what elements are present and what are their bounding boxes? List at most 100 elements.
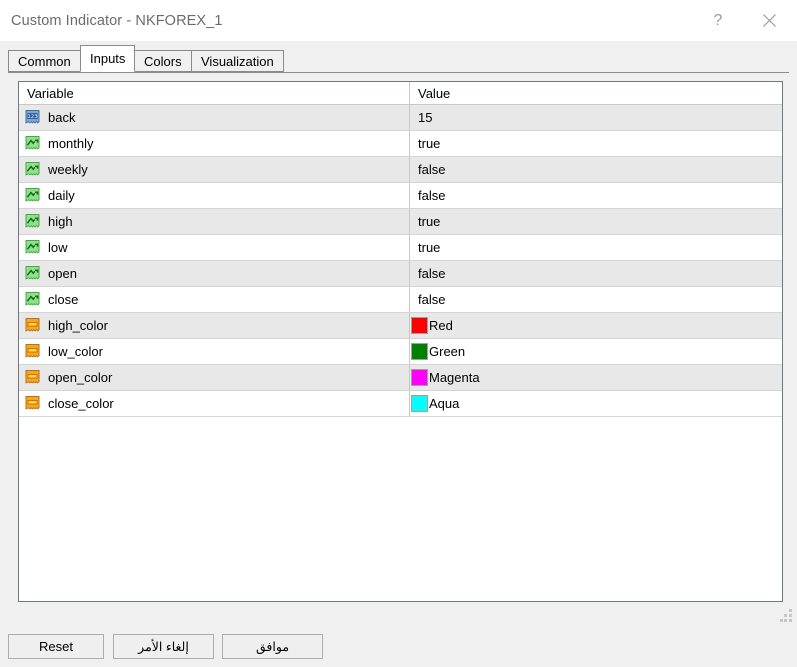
variable-name: high_color <box>48 318 108 333</box>
variable-cell-content: monthly <box>19 131 409 156</box>
value-text: false <box>418 188 445 203</box>
cell-variable[interactable]: open <box>19 261 410 287</box>
variable-cell-content: weekly <box>19 157 409 182</box>
table-row[interactable]: high_color Red <box>19 313 782 339</box>
variable-name: low <box>48 240 68 255</box>
cell-variable[interactable]: low <box>19 235 410 261</box>
tab-strip: CommonInputsColorsVisualization <box>8 46 789 73</box>
number-input-icon: 123 <box>24 109 41 126</box>
cell-variable[interactable]: high <box>19 209 410 235</box>
dialog-body: CommonInputsColorsVisualization Variable… <box>0 41 797 626</box>
cell-value[interactable]: false <box>410 261 783 287</box>
value-text: true <box>418 136 440 151</box>
variable-cell-content: high <box>19 209 409 234</box>
variable-cell-content: 123 back <box>19 105 409 130</box>
cell-value[interactable]: Magenta <box>410 365 783 391</box>
table-row[interactable]: openfalse <box>19 261 782 287</box>
table-row[interactable]: weekly false <box>19 157 782 183</box>
cell-variable[interactable]: high_color <box>19 313 410 339</box>
cell-value[interactable]: false <box>410 157 783 183</box>
cell-variable[interactable]: weekly <box>19 157 410 183</box>
variable-cell-content: low_color <box>19 339 409 364</box>
color-swatch[interactable] <box>411 343 428 360</box>
grip-dot <box>784 614 787 617</box>
variable-name: daily <box>48 188 75 203</box>
cell-value[interactable]: true <box>410 235 783 261</box>
reset-button[interactable]: Reset <box>8 634 104 659</box>
close-button[interactable] <box>741 0 797 41</box>
value-cell-content: true <box>410 209 782 234</box>
window-title: Custom Indicator - NKFOREX_1 <box>11 13 223 29</box>
column-header-variable[interactable]: Variable <box>19 82 410 105</box>
color-swatch-icon <box>24 395 41 412</box>
variable-name: close <box>48 292 78 307</box>
color-swatch[interactable] <box>411 395 428 412</box>
cell-value[interactable]: Green <box>410 339 783 365</box>
resize-grip-icon[interactable] <box>780 609 793 622</box>
cell-variable[interactable]: monthly <box>19 131 410 157</box>
table-row[interactable]: open_color Magenta <box>19 365 782 391</box>
question-mark-icon: ? <box>714 13 723 29</box>
value-cell-content: false <box>410 261 782 286</box>
variable-cell-content: open_color <box>19 365 409 390</box>
color-swatch[interactable] <box>411 369 428 386</box>
table-row[interactable]: high true <box>19 209 782 235</box>
variable-name: back <box>48 110 75 125</box>
variable-cell-content: low <box>19 235 409 260</box>
cell-variable[interactable]: open_color <box>19 365 410 391</box>
variable-name: open_color <box>48 370 112 385</box>
tab-colors[interactable]: Colors <box>134 50 192 72</box>
tab-common[interactable]: Common <box>8 50 81 72</box>
variable-name: low_color <box>48 344 103 359</box>
value-cell-content: true <box>410 131 782 156</box>
value-cell-content: false <box>410 287 782 312</box>
table-row[interactable]: 123 back 15 <box>19 105 782 131</box>
tab-visualization[interactable]: Visualization <box>191 50 284 72</box>
cancel-button[interactable]: إلغاء الأمر <box>113 634 214 659</box>
cell-variable[interactable]: close_color <box>19 391 410 417</box>
cell-variable[interactable]: daily <box>19 183 410 209</box>
color-swatch-icon <box>24 317 41 334</box>
table-row[interactable]: low_color Green <box>19 339 782 365</box>
color-swatch-icon <box>24 343 41 360</box>
cell-variable[interactable]: 123 back <box>19 105 410 131</box>
cell-value[interactable]: Red <box>410 313 783 339</box>
chart-line-icon <box>24 239 41 256</box>
table-row[interactable]: daily false <box>19 183 782 209</box>
cell-variable[interactable]: low_color <box>19 339 410 365</box>
variable-name: weekly <box>48 162 88 177</box>
color-swatch[interactable] <box>411 317 428 334</box>
grip-dot <box>789 619 792 622</box>
title-bar: Custom Indicator - NKFOREX_1 ? <box>0 0 797 41</box>
value-text: Magenta <box>429 370 480 385</box>
cell-value[interactable]: true <box>410 131 783 157</box>
cell-value[interactable]: false <box>410 287 783 313</box>
value-text: Red <box>429 318 453 333</box>
value-cell-content: Magenta <box>410 365 782 390</box>
cell-value[interactable]: 15 <box>410 105 783 131</box>
value-cell-content: true <box>410 235 782 260</box>
table-row[interactable]: low true <box>19 235 782 261</box>
variable-cell-content: daily <box>19 183 409 208</box>
variable-name: high <box>48 214 73 229</box>
grip-dot <box>780 619 783 622</box>
cell-value[interactable]: Aqua <box>410 391 783 417</box>
grip-dot <box>789 609 792 612</box>
variable-cell-content: high_color <box>19 313 409 338</box>
chart-line-icon <box>24 135 41 152</box>
cell-variable[interactable]: close <box>19 287 410 313</box>
variable-name: monthly <box>48 136 94 151</box>
ok-button[interactable]: موافق <box>222 634 323 659</box>
tab-inputs[interactable]: Inputs <box>80 45 135 72</box>
cell-value[interactable]: true <box>410 209 783 235</box>
chart-line-icon <box>24 265 41 282</box>
table-row[interactable]: monthly true <box>19 131 782 157</box>
value-text: true <box>418 214 440 229</box>
column-header-value[interactable]: Value <box>410 82 783 105</box>
table-row[interactable]: close false <box>19 287 782 313</box>
help-button[interactable]: ? <box>695 0 741 41</box>
value-cell-content: 15 <box>410 105 782 130</box>
table-row[interactable]: close_colorAqua <box>19 391 782 417</box>
cell-value[interactable]: false <box>410 183 783 209</box>
grip-dot <box>789 614 792 617</box>
